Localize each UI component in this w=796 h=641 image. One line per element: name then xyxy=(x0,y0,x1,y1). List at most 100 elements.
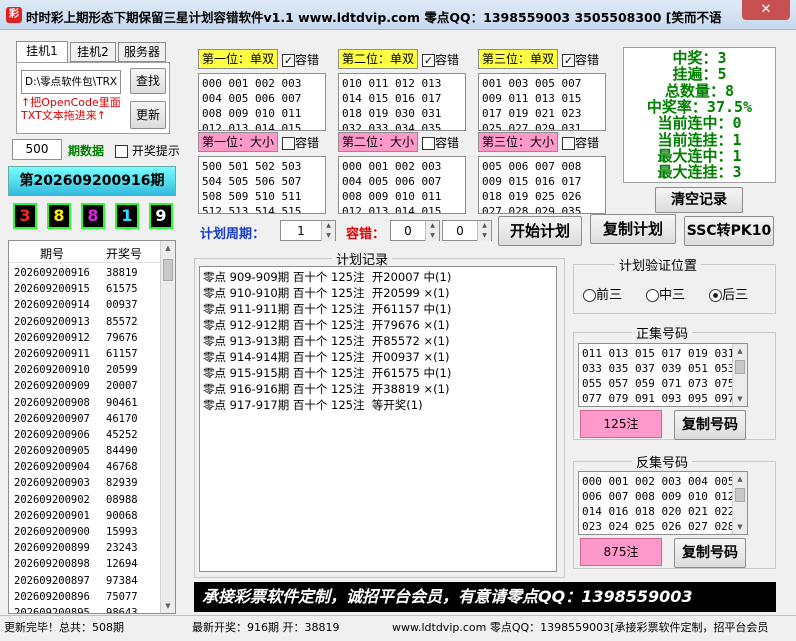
bigsmall-list-2[interactable]: 000 001 002 003 004 005 006 007 008 009 … xyxy=(338,156,466,214)
bigsmall-tolerance-checkbox-2[interactable]: 容错 xyxy=(422,134,459,151)
checkbox-box[interactable] xyxy=(422,137,435,150)
clear-records-button[interactable]: 清空记录 xyxy=(655,187,743,213)
verify-option-1[interactable]: 前三 xyxy=(583,284,622,303)
copy-positive-button[interactable]: 复制号码 xyxy=(674,410,746,440)
spinner-up-icon[interactable]: ▲ xyxy=(321,221,335,231)
history-row[interactable]: 202609200907 46170 xyxy=(9,411,161,427)
history-issue: 202609200910 xyxy=(14,364,90,377)
bigsmall-tolerance-checkbox-3[interactable]: 容错 xyxy=(562,134,599,151)
spinner-down-icon[interactable]: ▼ xyxy=(425,231,439,241)
update-button[interactable]: 更新 xyxy=(130,101,166,129)
checkbox-box[interactable]: ✓ xyxy=(422,54,435,67)
scroll-up-icon[interactable]: ▲ xyxy=(733,344,747,358)
start-plan-button[interactable]: 开始计划 xyxy=(498,216,582,246)
scroll-up-icon[interactable]: ▲ xyxy=(733,472,747,486)
history-row[interactable]: 202609200897 97384 xyxy=(9,573,161,589)
notify-checkbox[interactable]: 开奖提示 xyxy=(115,142,180,159)
history-row[interactable]: 202609200911 61157 xyxy=(9,346,161,362)
oddeven-list-2[interactable]: 010 011 012 013 014 015 016 017 018 019 … xyxy=(338,73,466,131)
plan-record-row[interactable]: 零点 909-909期 百十个 125注 开20007 中(1) xyxy=(203,269,553,285)
plan-record-row[interactable]: 零点 916-916期 百十个 125注 开38819 ×(1) xyxy=(203,381,553,397)
close-button[interactable]: ✕ xyxy=(742,0,790,20)
positive-set-list[interactable]: 011 013 015 017 019 031 033 035 037 039 … xyxy=(578,343,748,407)
verify-option-2[interactable]: 中三 xyxy=(646,284,685,303)
scroll-down-icon[interactable]: ▼ xyxy=(733,392,747,406)
tab-hangup2[interactable]: 挂机2 xyxy=(70,42,116,62)
cycle-spinner[interactable]: 1 ▲ ▼ xyxy=(280,220,336,241)
plan-record-row[interactable]: 零点 911-911期 百十个 125注 开61157 中(1) xyxy=(203,301,553,317)
copy-negative-button[interactable]: 复制号码 xyxy=(674,538,746,568)
checkbox-box[interactable] xyxy=(562,137,575,150)
history-row[interactable]: 202609200916 38819 xyxy=(9,265,161,281)
history-scrollbar[interactable]: ▲ ▼ xyxy=(160,241,175,613)
scroll-up-icon[interactable]: ▲ xyxy=(161,241,175,255)
plan-record-row[interactable]: 零点 914-914期 百十个 125注 开00937 ×(1) xyxy=(203,349,553,365)
history-row[interactable]: 202609200906 45252 xyxy=(9,427,161,443)
tolerance-spinner-b[interactable]: 0 ▲ ▼ xyxy=(442,220,492,241)
history-row[interactable]: 202609200905 84490 xyxy=(9,443,161,459)
path-input[interactable]: D:\零点软件包\TRX xyxy=(21,70,121,94)
negative-set-scrollbar[interactable]: ▲ ▼ xyxy=(732,472,747,534)
checkbox-box[interactable]: ✓ xyxy=(562,54,575,67)
bigsmall-list-1[interactable]: 500 501 502 503 504 505 506 507 508 509 … xyxy=(198,156,326,214)
copy-plan-button[interactable]: 复制计划 xyxy=(590,214,676,244)
history-issue: 202609200898 xyxy=(14,558,90,571)
period-count-input[interactable]: 500 xyxy=(12,139,62,160)
spinner-up-icon[interactable]: ▲ xyxy=(425,221,439,231)
plan-record-row[interactable]: 零点 910-910期 百十个 125注 开20599 ×(1) xyxy=(203,285,553,301)
negative-set-list[interactable]: 000 001 002 003 004 005 006 007 008 009 … xyxy=(578,471,748,535)
tab-hangup1[interactable]: 挂机1 xyxy=(16,41,68,63)
bigsmall-list-3[interactable]: 005 006 007 008 009 015 016 017 018 019 … xyxy=(478,156,606,214)
plan-record-row[interactable]: 零点 912-912期 百十个 125注 开79676 ×(1) xyxy=(203,317,553,333)
ssc-to-pk10-button[interactable]: SSC转PK10 xyxy=(684,216,774,246)
history-row[interactable]: 202609200902 08988 xyxy=(9,492,161,508)
history-row[interactable]: 202609200900 15993 xyxy=(9,524,161,540)
plan-record-row[interactable]: 零点 915-915期 百十个 125注 开61575 中(1) xyxy=(203,365,553,381)
history-row[interactable]: 202609200914 00937 xyxy=(9,297,161,313)
history-row[interactable]: 202609200895 98643 xyxy=(9,605,161,613)
history-row[interactable]: 202609200901 90068 xyxy=(9,508,161,524)
history-row[interactable]: 202609200903 82939 xyxy=(9,475,161,491)
title-bar[interactable]: 彩 时时彩上期形态下期保留三星计划容错软件v1.1 www.ldtdvip.co… xyxy=(0,0,796,30)
history-list[interactable]: 期号 开奖号 202609200916 38819 202609200915 6157… xyxy=(8,240,176,614)
bigsmall-tolerance-checkbox-1[interactable]: 容错 xyxy=(282,134,319,151)
history-row[interactable]: 202609200904 46768 xyxy=(9,459,161,475)
history-row[interactable]: 202609200908 90461 xyxy=(9,395,161,411)
history-row[interactable]: 202609200915 61575 xyxy=(9,281,161,297)
history-row[interactable]: 202609200910 20599 xyxy=(9,362,161,378)
verify-option-3[interactable]: 后三 xyxy=(709,284,748,303)
positive-set-scrollbar[interactable]: ▲ ▼ xyxy=(732,344,747,406)
history-row[interactable]: 202609200896 75077 xyxy=(9,589,161,605)
radio-button[interactable] xyxy=(583,289,596,302)
positive-scroll-thumb[interactable] xyxy=(735,360,745,374)
oddeven-list-1[interactable]: 000 001 002 003 004 005 006 007 008 009 … xyxy=(198,73,326,131)
checkbox-box[interactable] xyxy=(282,137,295,150)
stats-line: 总数量：8 xyxy=(664,81,735,100)
tolerance-spinner-a[interactable]: 0 ▲ ▼ xyxy=(390,220,440,241)
find-button[interactable]: 查找 xyxy=(130,68,166,94)
oddeven-tolerance-checkbox-2[interactable]: ✓ 容错 xyxy=(422,51,459,68)
plan-record-row[interactable]: 零点 917-917期 百十个 125注 等开奖(1) xyxy=(203,397,553,413)
tab-server[interactable]: 服务器 xyxy=(118,42,166,62)
scroll-down-icon[interactable]: ▼ xyxy=(161,599,175,613)
oddeven-tolerance-checkbox-3[interactable]: ✓ 容错 xyxy=(562,51,599,68)
spinner-down-icon[interactable]: ▼ xyxy=(321,231,335,241)
radio-button[interactable] xyxy=(646,289,659,302)
notify-checkbox-box[interactable] xyxy=(115,145,128,158)
checkbox-box[interactable]: ✓ xyxy=(282,54,295,67)
plan-record-row[interactable]: 零点 913-913期 百十个 125注 开85572 ×(1) xyxy=(203,333,553,349)
history-scroll-thumb[interactable] xyxy=(163,259,173,281)
history-row[interactable]: 202609200909 20007 xyxy=(9,378,161,394)
history-row[interactable]: 202609200899 23243 xyxy=(9,540,161,556)
oddeven-tolerance-checkbox-1[interactable]: ✓ 容错 xyxy=(282,51,319,68)
oddeven-list-3[interactable]: 001 003 005 007 009 011 013 015 017 019 … xyxy=(478,73,606,131)
scroll-down-icon[interactable]: ▼ xyxy=(733,520,747,534)
history-row[interactable]: 202609200898 12694 xyxy=(9,556,161,572)
spinner-up-icon[interactable]: ▲ xyxy=(477,221,491,231)
history-row[interactable]: 202609200912 79676 xyxy=(9,330,161,346)
spinner-down-icon[interactable]: ▼ xyxy=(477,231,491,241)
plan-records-list[interactable]: 零点 909-909期 百十个 125注 开20007 中(1) 零点 910-9… xyxy=(199,266,557,572)
radio-button[interactable] xyxy=(709,289,722,302)
negative-scroll-thumb[interactable] xyxy=(735,488,745,502)
history-row[interactable]: 202609200913 85572 xyxy=(9,314,161,330)
